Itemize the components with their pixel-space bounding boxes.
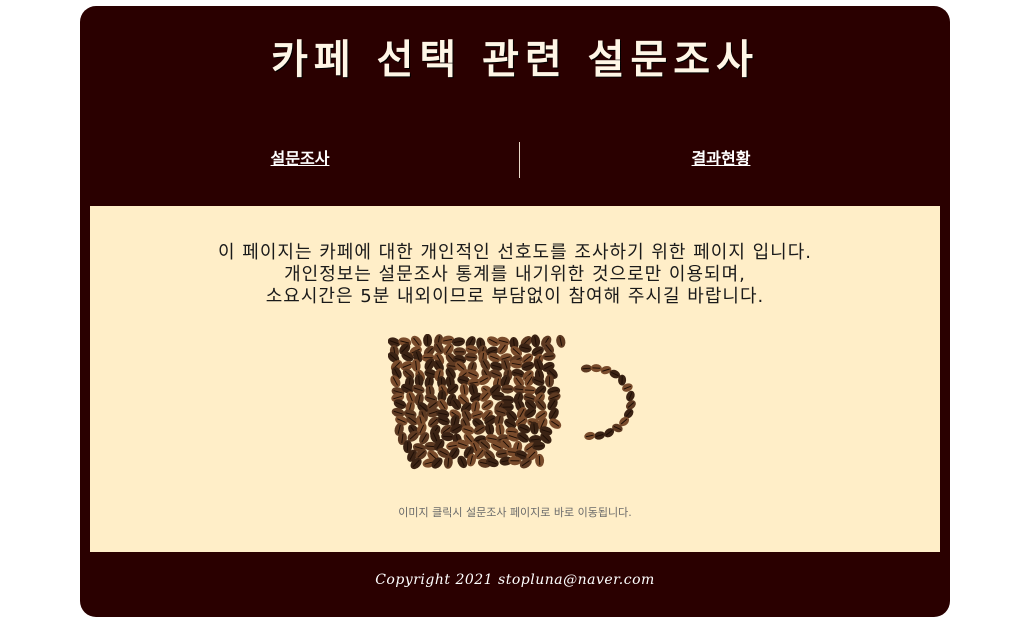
coffee-cup-image-link[interactable] [388, 334, 648, 474]
coffee-bean-cup-icon [388, 334, 636, 470]
image-hint: 이미지 클릭시 설문조사 페이지로 바로 이동됩니다. [398, 506, 632, 519]
page-frame: 카페 선택 관련 설문조사 설문조사 결과현황 이 페이지는 카페에 대한 개인… [80, 6, 950, 617]
intro-line: 개인정보는 설문조사 통계를 내기위한 것으로만 이용되며, [284, 264, 746, 285]
main-nav: 설문조사 결과현황 [80, 142, 950, 178]
nav-link-results[interactable]: 결과현황 [621, 142, 821, 178]
intro-line: 소요시간은 5분 내외이므로 부담없이 참여해 주시길 바랍니다. [265, 286, 765, 307]
content-panel: 이 페이지는 카페에 대한 개인적인 선호도를 조사하기 위한 페이지 입니다.… [90, 206, 940, 552]
nav-link-survey[interactable]: 설문조사 [200, 142, 400, 178]
nav-divider [519, 142, 520, 178]
intro-line: 이 페이지는 카페에 대한 개인적인 선호도를 조사하기 위한 페이지 입니다. [217, 242, 812, 263]
footer-copyright: Copyright 2021 stopluna@naver.com [375, 572, 655, 588]
intro-text: 이 페이지는 카페에 대한 개인적인 선호도를 조사하기 위한 페이지 입니다.… [90, 242, 940, 308]
page-title: 카페 선택 관련 설문조사 [271, 36, 759, 83]
